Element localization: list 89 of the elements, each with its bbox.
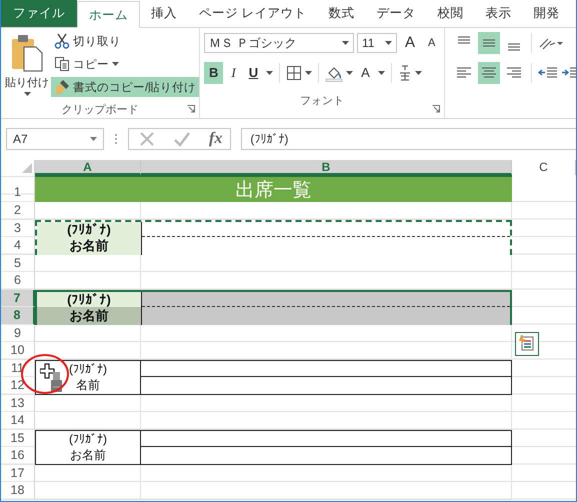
dialog-launcher-icon[interactable] <box>432 105 440 113</box>
table-cell: 名前 <box>76 376 100 394</box>
table-cell: (ﾌﾘｶﾞﾅ) <box>67 292 111 306</box>
column-header[interactable]: A <box>35 160 141 175</box>
table-cell-text: お名前 <box>70 237 108 254</box>
row-header[interactable]: 16 <box>1 447 35 464</box>
ribbon-tab[interactable]: ファイル <box>1 0 77 27</box>
grid-cell[interactable] <box>35 464 141 482</box>
bold-button[interactable]: B <box>204 62 224 84</box>
row-header[interactable]: 5 <box>1 254 35 272</box>
borders-icon[interactable] <box>286 65 302 81</box>
grid-cell[interactable] <box>141 254 512 272</box>
caret-icon <box>342 41 349 45</box>
copy-button[interactable]: コピー <box>51 54 200 74</box>
grid-cell[interactable] <box>141 394 512 412</box>
table-cell: (ﾌﾘｶﾞﾅ) <box>69 432 107 446</box>
caret-icon[interactable] <box>266 71 274 75</box>
copy-icon <box>54 56 70 72</box>
table-cell[interactable] <box>142 292 510 306</box>
group-label: クリップボード <box>62 102 138 116</box>
caret-icon[interactable] <box>305 71 312 75</box>
ribbon-tab[interactable]: ホーム <box>77 1 140 28</box>
grid-cell[interactable] <box>141 324 512 342</box>
more-options-icon <box>114 133 118 145</box>
formula-field[interactable]: (ﾌﾘｶﾞﾅ) <box>241 128 576 150</box>
clipboard-icon <box>10 33 44 73</box>
grid-cell[interactable] <box>35 254 141 272</box>
vertical-align-icon[interactable] <box>478 32 500 54</box>
font-size-field[interactable]: 11 <box>357 33 397 53</box>
table-cell: お名前 <box>70 446 106 464</box>
row-header[interactable]: 17 <box>1 464 35 482</box>
caret-icon[interactable] <box>346 71 354 75</box>
ribbon-tab[interactable]: 開発 <box>522 0 570 27</box>
underline-button[interactable]: U <box>244 62 264 84</box>
row-header[interactable]: 7 <box>1 290 35 307</box>
table-cell-text: お名前 <box>70 307 108 324</box>
caret-icon <box>112 62 119 66</box>
format-painter-button[interactable]: 書式のコピー/貼り付け <box>51 77 200 97</box>
caret-icon[interactable] <box>414 71 422 75</box>
table-cell[interactable] <box>142 306 510 324</box>
row-header[interactable]: 8 <box>1 307 35 324</box>
row-header[interactable]: 14 <box>1 412 35 430</box>
row-header[interactable]: 13 <box>1 394 35 412</box>
phonetic-guide-icon[interactable] <box>398 65 412 81</box>
table-cell: (ﾌﾘｶﾞﾅ) <box>67 222 111 236</box>
shrink-font-button[interactable]: A <box>423 32 440 54</box>
caret-icon[interactable] <box>378 71 385 75</box>
ribbon-tab[interactable]: 挿入 <box>140 0 188 27</box>
font-name-field[interactable]: ＭＳ Ｐゴシック <box>204 33 354 53</box>
scissors-icon <box>54 33 70 49</box>
table-cell: (ﾌﾘｶﾞﾅ) <box>69 362 107 376</box>
title-cell: 出席一覧 <box>35 175 512 202</box>
horizontal-align-icon[interactable] <box>478 62 500 84</box>
column-header[interactable]: B <box>141 160 512 175</box>
insert-function-button[interactable]: fx <box>209 130 222 148</box>
ribbon-tab[interactable]: 校閲 <box>426 0 474 27</box>
ribbon-tab[interactable]: 数式 <box>317 0 366 27</box>
caret-icon <box>90 137 97 141</box>
caret-icon <box>24 92 30 96</box>
grid-cell[interactable] <box>512 175 576 202</box>
grid-cell[interactable] <box>35 324 141 342</box>
ribbon-tab[interactable]: データ <box>365 0 426 27</box>
cut-button[interactable]: 切り取り <box>51 31 200 51</box>
enter-check-icon[interactable] <box>173 131 191 147</box>
corner-triangle-icon <box>22 163 32 173</box>
group-label: フォント <box>300 94 344 108</box>
row-header[interactable]: 15 <box>1 430 35 447</box>
caret-icon <box>385 41 392 45</box>
grid-cell[interactable] <box>35 394 141 412</box>
row-header[interactable]: 4 <box>1 237 35 254</box>
paste-button[interactable]: 貼り付け <box>5 31 49 100</box>
fill-bucket-icon[interactable] <box>325 64 344 82</box>
grow-font-button[interactable]: A <box>400 32 420 54</box>
italic-button[interactable]: I <box>226 62 241 84</box>
ribbon-tab[interactable]: 表示 <box>474 0 522 27</box>
row-header[interactable]: 10 <box>1 342 35 360</box>
row-header[interactable]: 9 <box>1 324 35 342</box>
font-color-button[interactable]: A <box>356 62 375 84</box>
paintbrush-icon <box>54 79 70 95</box>
quick-analysis-icon[interactable] <box>515 332 539 356</box>
row-header[interactable]: 18 <box>1 482 35 500</box>
ribbon-tab[interactable]: ページ レイアウト <box>188 0 318 27</box>
row-header[interactable]: 2 <box>1 202 35 220</box>
grid-cell[interactable] <box>141 464 512 482</box>
name-box[interactable]: A7 <box>6 128 104 150</box>
row-header[interactable]: 12 <box>1 377 35 394</box>
row-header[interactable]: 3 <box>1 220 35 237</box>
table-cell[interactable] <box>142 236 510 254</box>
dialog-launcher-icon[interactable] <box>187 105 195 113</box>
